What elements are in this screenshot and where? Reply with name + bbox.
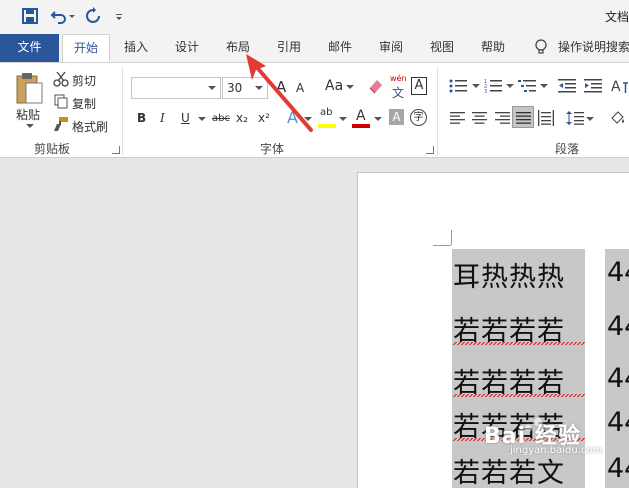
ribbon-tabs: 文件 开始 插入 设计 布局 引用 邮件 审阅 视图 帮助 操作说明搜索 — [0, 34, 629, 63]
line-spacing-dropdown-icon[interactable] — [586, 117, 594, 122]
cut-label[interactable]: 剪切 — [72, 72, 96, 89]
change-case-icon[interactable]: Aa — [325, 78, 343, 94]
font-size-value: 30 — [227, 81, 243, 95]
numbering-icon[interactable]: 1 2 3 — [484, 78, 504, 94]
highlight-icon[interactable]: ab — [320, 107, 332, 118]
crop-mark — [451, 230, 452, 245]
bullets-dropdown-icon[interactable] — [472, 84, 480, 89]
paste-label[interactable]: 粘贴 — [16, 106, 40, 123]
enclose-characters-icon[interactable]: 字 — [410, 109, 427, 126]
clipboard-launcher-icon[interactable] — [112, 146, 120, 154]
tab-insert[interactable]: 插入 — [115, 34, 157, 62]
justify-icon — [516, 112, 531, 124]
paste-dropdown-icon[interactable] — [25, 123, 35, 129]
tell-me-text: 操作说明搜索 — [558, 40, 629, 54]
tab-home[interactable]: 开始 — [62, 34, 110, 63]
bold-button[interactable]: B — [137, 111, 146, 125]
window-title: 文档 — [604, 10, 629, 24]
tab-references[interactable]: 引用 — [268, 34, 310, 62]
text-effects-icon[interactable]: A — [287, 108, 298, 127]
underline-dropdown-icon[interactable] — [198, 117, 206, 122]
font-size-combo[interactable]: 30 — [222, 77, 268, 99]
increase-indent-icon[interactable] — [584, 78, 604, 94]
phonetic-guide-top[interactable]: wén — [390, 74, 407, 83]
tab-help[interactable]: 帮助 — [472, 34, 514, 62]
tab-design[interactable]: 设计 — [166, 34, 208, 62]
align-center-icon[interactable] — [472, 111, 488, 125]
font-name-combo[interactable] — [131, 77, 221, 99]
customize-toolbar-icon[interactable] — [114, 7, 124, 25]
character-shading-icon[interactable]: A — [389, 109, 404, 125]
watermark-url: jingyan.baidu.com — [510, 445, 603, 456]
quick-access-toolbar: 文档 — [0, 0, 629, 34]
svg-text:3: 3 — [484, 89, 487, 94]
multilevel-list-icon[interactable] — [518, 78, 538, 94]
bullets-icon[interactable] — [449, 78, 469, 94]
group-separator — [122, 67, 123, 155]
clipboard-group-label: 剪贴板 — [34, 142, 71, 156]
paste-icon[interactable] — [14, 71, 44, 107]
phonetic-guide-icon[interactable]: 文 — [392, 84, 404, 101]
highlight-dropdown-icon[interactable] — [339, 117, 347, 122]
font-color-dropdown-icon[interactable] — [374, 117, 382, 122]
doc-col2-1[interactable]: 44 — [607, 257, 629, 288]
tab-view[interactable]: 视图 — [421, 34, 463, 62]
multilevel-dropdown-icon[interactable] — [540, 84, 548, 89]
doc-col2-5[interactable]: 44 — [607, 453, 629, 484]
copy-label[interactable]: 复制 — [72, 95, 96, 112]
font-launcher-icon[interactable] — [426, 146, 434, 154]
subscript-button[interactable]: x₂ — [236, 111, 248, 125]
align-right-icon[interactable] — [495, 111, 511, 125]
lightbulb-icon — [535, 39, 547, 54]
format-painter-icon[interactable] — [53, 116, 69, 132]
svg-text:A: A — [611, 79, 621, 95]
shrink-font-icon[interactable]: A — [296, 81, 304, 95]
strikethrough-button[interactable]: abc — [212, 113, 230, 124]
copy-icon[interactable] — [53, 93, 69, 109]
tab-layout[interactable]: 布局 — [217, 34, 259, 62]
doc-col2-2[interactable]: 44 — [607, 311, 629, 342]
italic-button[interactable]: I — [160, 111, 165, 125]
tell-me-box[interactable]: 操作说明搜索 — [534, 34, 629, 62]
font-color-icon[interactable]: A — [356, 108, 366, 124]
text-effects-dropdown-icon[interactable] — [304, 117, 312, 122]
tab-file[interactable]: 文件 — [0, 34, 59, 62]
underline-button[interactable]: U — [181, 111, 190, 125]
spellcheck-underline — [453, 342, 585, 345]
font-color-swatch — [352, 124, 370, 128]
font-group-label: 字体 — [260, 142, 285, 156]
doc-col2-3[interactable]: 44 — [607, 363, 629, 394]
spellcheck-underline — [453, 394, 585, 397]
undo-icon[interactable] — [50, 7, 68, 25]
tab-review[interactable]: 审阅 — [370, 34, 412, 62]
doc-line-1[interactable]: 耳热热热 — [453, 255, 565, 294]
tab-mailings[interactable]: 邮件 — [319, 34, 361, 62]
save-icon[interactable] — [21, 7, 39, 25]
justify-button[interactable] — [512, 106, 534, 128]
character-border-icon[interactable]: A — [411, 77, 427, 95]
paragraph-shading-icon[interactable] — [609, 109, 627, 127]
change-case-dropdown-icon[interactable] — [346, 85, 354, 90]
ribbon-home: 粘贴 剪切 复制 格式刷 剪贴板 30 A A Aa wén 文 A B I U… — [0, 62, 629, 158]
highlight-color-swatch — [318, 124, 336, 128]
group-separator — [437, 67, 438, 155]
doc-col2-4[interactable]: 44 — [607, 407, 629, 438]
decrease-indent-icon[interactable] — [558, 78, 578, 94]
format-painter-label[interactable]: 格式刷 — [72, 118, 108, 135]
grow-font-icon[interactable]: A — [276, 78, 286, 96]
chevron-down-icon[interactable] — [208, 86, 216, 90]
redo-icon[interactable] — [84, 7, 102, 25]
paragraph-group-label: 段落 — [555, 142, 580, 156]
chevron-down-icon[interactable] — [255, 86, 263, 90]
align-left-icon[interactable] — [450, 111, 466, 125]
line-spacing-icon[interactable] — [566, 110, 584, 126]
distributed-icon[interactable] — [538, 110, 554, 126]
numbering-dropdown-icon[interactable] — [506, 84, 514, 89]
chinese-layout-icon[interactable]: A — [611, 77, 629, 95]
crop-mark — [433, 245, 451, 246]
scissors-icon[interactable] — [53, 71, 69, 87]
undo-dropdown-icon[interactable] — [67, 7, 77, 25]
superscript-button[interactable]: x² — [258, 111, 270, 125]
clear-formatting-icon[interactable] — [367, 77, 385, 95]
